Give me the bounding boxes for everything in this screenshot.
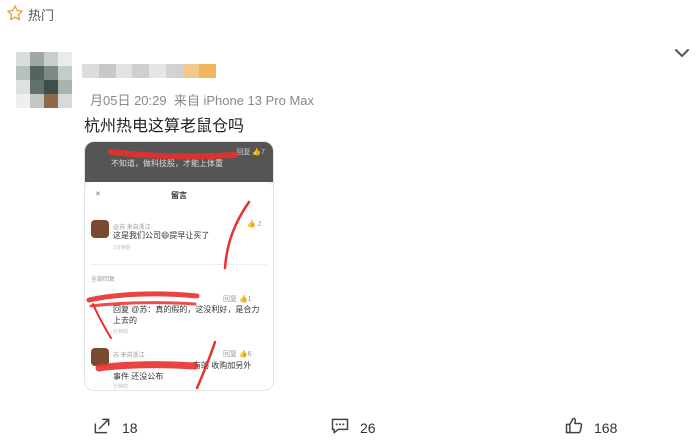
avatar — [91, 220, 109, 238]
action-bar: 18 26 168 — [0, 408, 700, 442]
chevron-down-icon[interactable] — [674, 46, 690, 58]
share-count: 18 — [122, 419, 138, 436]
post-meta: 月05日 20:29 来自 iPhone 13 Pro Max — [90, 90, 314, 109]
avatar — [91, 348, 109, 366]
divider — [91, 264, 267, 265]
commenter-name: 苏 来自浙江 — [113, 353, 145, 359]
post-caption: 杭州热电这算老鼠仓吗 — [84, 118, 245, 135]
sheet-title: 留言 — [171, 191, 187, 200]
share-icon — [92, 416, 112, 439]
hot-label: 热门 — [28, 8, 55, 23]
reply-text: 有的 收购加另外 — [193, 361, 252, 370]
username-blurred[interactable] — [82, 64, 216, 78]
reply-text: 回复 @苏：真的假的，这没利好，是合力上去的 — [113, 305, 260, 325]
comment-icon — [330, 416, 350, 439]
timestamp: 月05日 20:29 — [90, 93, 167, 108]
star-icon — [6, 4, 24, 25]
post-image[interactable]: 不知道，做科技股，才能上体重 回复 👍7 ✕ 留言 @苏 来自浙江 这是我们公司… — [84, 141, 274, 391]
hot-tag[interactable]: 热门 — [6, 4, 54, 25]
post-source: 来自 iPhone 13 Pro Max — [173, 93, 315, 108]
image-top-text: 不知道，做科技股，才能上体重 — [111, 159, 223, 168]
comment-sheet: ✕ 留言 @苏 来自浙江 这是我们公司😄提早让买了 1分钟前 👍 2 全部回复 … — [85, 182, 273, 390]
comment-likes: 👍 2 — [247, 221, 262, 228]
image-top-bar: 不知道，做科技股，才能上体重 回复 👍7 — [85, 142, 273, 182]
comment-text: 这是我们公司😄提早让买了 — [113, 231, 210, 240]
like-count: 2 — [257, 221, 262, 228]
thumbs-up-icon — [564, 416, 584, 439]
image-top-meta: 回复 👍7 — [236, 149, 265, 156]
reply-time: 分钟前 — [113, 384, 129, 390]
like-count: 168 — [594, 419, 618, 436]
share-button[interactable]: 18 — [92, 416, 138, 439]
reply-action: 回复 👍1 — [223, 296, 252, 303]
reply-text: 事件 还没公布 — [113, 372, 164, 381]
avatar[interactable] — [16, 52, 72, 108]
comment-count: 26 — [360, 419, 376, 436]
reply-action: 回复 👍6 — [223, 351, 252, 358]
comment-time: 1分钟前 — [113, 245, 131, 251]
section-label: 全部回复 — [91, 277, 116, 283]
reply-time: 分钟前 — [113, 329, 129, 335]
like-button[interactable]: 168 — [564, 416, 617, 439]
comment-button[interactable]: 26 — [330, 416, 376, 439]
